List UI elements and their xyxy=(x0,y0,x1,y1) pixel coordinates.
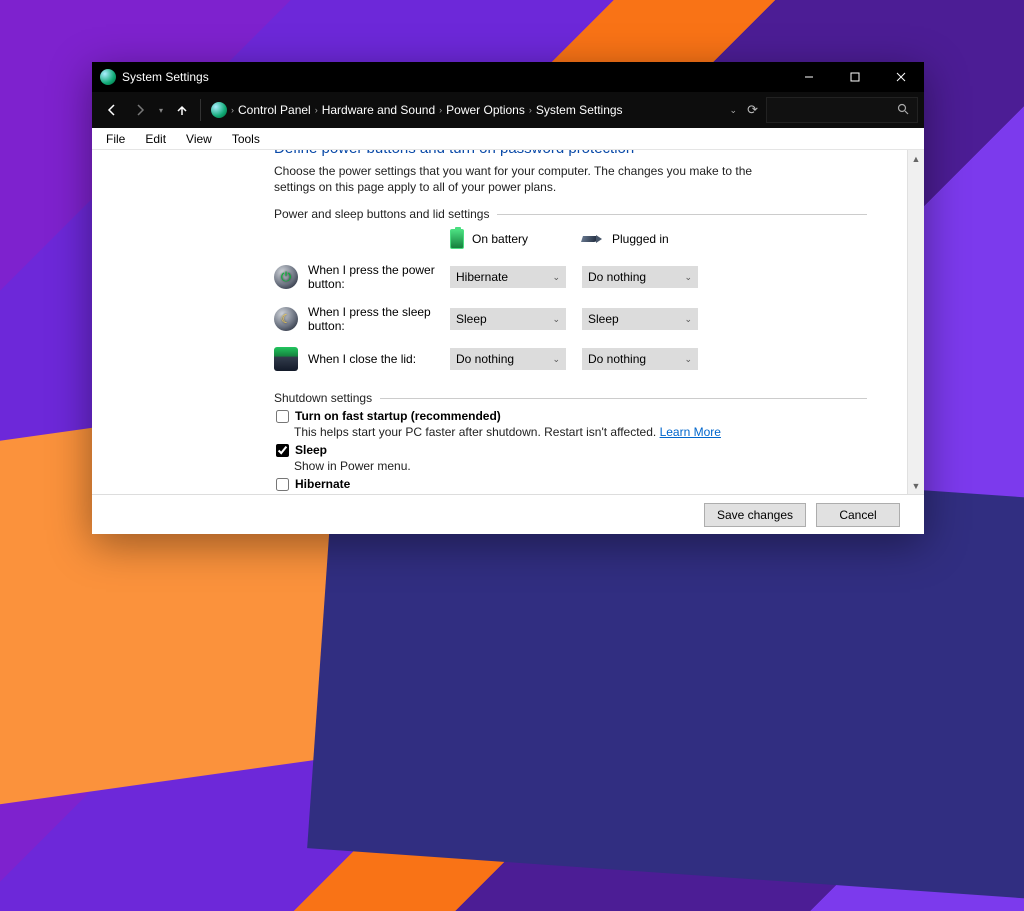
page-heading: Define power buttons and turn on passwor… xyxy=(274,150,867,157)
menu-view[interactable]: View xyxy=(176,130,222,148)
settings-window: System Settings ▾ › Control Panel › Hard xyxy=(92,62,924,534)
laptop-lid-icon xyxy=(274,347,298,371)
chevron-right-icon: › xyxy=(231,105,234,115)
row-label: When I press the power button: xyxy=(308,263,450,291)
option-label: Sleep xyxy=(295,443,327,457)
scroll-up-icon[interactable]: ▲ xyxy=(908,150,924,167)
select-sleep-battery[interactable]: Sleep⌄ xyxy=(450,308,566,330)
titlebar: System Settings xyxy=(92,62,924,92)
navigation-bar: ▾ › Control Panel › Hardware and Sound ›… xyxy=(92,92,924,128)
search-icon xyxy=(897,103,909,118)
breadcrumb-item[interactable]: Hardware and Sound xyxy=(322,103,435,117)
group-shutdown: Shutdown settings xyxy=(274,391,867,405)
content-panel: Define power buttons and turn on passwor… xyxy=(92,150,907,494)
select-power-battery[interactable]: Hibernate⌄ xyxy=(450,266,566,288)
close-button[interactable] xyxy=(878,62,924,92)
save-changes-button[interactable]: Save changes xyxy=(704,503,806,527)
scroll-down-icon[interactable]: ▼ xyxy=(908,477,924,494)
chevron-right-icon: › xyxy=(439,105,442,115)
chevron-down-icon: ⌄ xyxy=(684,272,692,283)
row-sleep-button: When I press the sleep button: Sleep⌄ Sl… xyxy=(274,305,867,333)
breadcrumb-item[interactable]: System Settings xyxy=(536,103,623,117)
option-subtext: Show in Power menu. xyxy=(274,493,867,494)
option-fast-startup: Turn on fast startup (recommended) xyxy=(274,409,867,423)
window-title: System Settings xyxy=(122,70,209,84)
plug-icon xyxy=(582,232,604,246)
recent-dropdown-icon[interactable]: ▾ xyxy=(154,96,168,124)
column-headers: On battery Plugged in xyxy=(274,229,867,249)
col-battery-label: On battery xyxy=(472,232,528,246)
col-plugged-label: Plugged in xyxy=(612,232,669,246)
breadcrumb-item[interactable]: Control Panel xyxy=(238,103,311,117)
select-lid-plugged[interactable]: Do nothing⌄ xyxy=(582,348,698,370)
app-icon xyxy=(100,69,116,85)
option-label: Turn on fast startup (recommended) xyxy=(295,409,501,423)
power-icon xyxy=(274,265,298,289)
vertical-scrollbar[interactable]: ▲ ▼ xyxy=(907,150,924,494)
chevron-down-icon: ⌄ xyxy=(552,272,560,283)
location-icon xyxy=(211,102,227,118)
group-power-sleep: Power and sleep buttons and lid settings xyxy=(274,207,867,221)
checkbox-hibernate[interactable] xyxy=(276,478,289,491)
back-button[interactable] xyxy=(98,96,126,124)
row-label: When I close the lid: xyxy=(308,352,450,366)
refresh-icon[interactable]: ⟳ xyxy=(747,102,758,118)
option-subtext: This helps start your PC faster after sh… xyxy=(274,425,867,439)
chevron-right-icon: › xyxy=(529,105,532,115)
option-sleep: Sleep xyxy=(274,443,867,457)
cancel-button[interactable]: Cancel xyxy=(816,503,900,527)
chevron-down-icon: ⌄ xyxy=(684,354,692,365)
menu-file[interactable]: File xyxy=(96,130,135,148)
chevron-down-icon: ⌄ xyxy=(552,314,560,325)
search-input[interactable] xyxy=(766,97,918,123)
forward-button[interactable] xyxy=(126,96,154,124)
select-power-plugged[interactable]: Do nothing⌄ xyxy=(582,266,698,288)
battery-icon xyxy=(450,229,464,249)
option-hibernate: Hibernate xyxy=(274,477,867,491)
chevron-right-icon: › xyxy=(315,105,318,115)
sleep-icon xyxy=(274,307,298,331)
breadcrumb: › Control Panel › Hardware and Sound › P… xyxy=(231,103,623,117)
chevron-down-icon: ⌄ xyxy=(552,354,560,365)
checkbox-fast-startup[interactable] xyxy=(276,410,289,423)
row-label: When I press the sleep button: xyxy=(308,305,450,333)
minimize-button[interactable] xyxy=(786,62,832,92)
breadcrumb-item[interactable]: Power Options xyxy=(446,103,525,117)
option-subtext: Show in Power menu. xyxy=(274,459,867,473)
checkbox-sleep[interactable] xyxy=(276,444,289,457)
option-label: Hibernate xyxy=(295,477,350,491)
up-button[interactable] xyxy=(168,96,196,124)
page-description: Choose the power settings that you want … xyxy=(274,163,754,195)
chevron-down-icon[interactable]: ⌄ xyxy=(730,105,738,116)
menu-tools[interactable]: Tools xyxy=(222,130,270,148)
menu-edit[interactable]: Edit xyxy=(135,130,176,148)
maximize-button[interactable] xyxy=(832,62,878,92)
chevron-down-icon: ⌄ xyxy=(684,314,692,325)
row-power-button: When I press the power button: Hibernate… xyxy=(274,263,867,291)
footer-bar: Save changes Cancel xyxy=(92,494,924,534)
menu-bar: File Edit View Tools xyxy=(92,128,924,150)
row-close-lid: When I close the lid: Do nothing⌄ Do not… xyxy=(274,347,867,371)
learn-more-link[interactable]: Learn More xyxy=(660,425,721,439)
select-lid-battery[interactable]: Do nothing⌄ xyxy=(450,348,566,370)
select-sleep-plugged[interactable]: Sleep⌄ xyxy=(582,308,698,330)
